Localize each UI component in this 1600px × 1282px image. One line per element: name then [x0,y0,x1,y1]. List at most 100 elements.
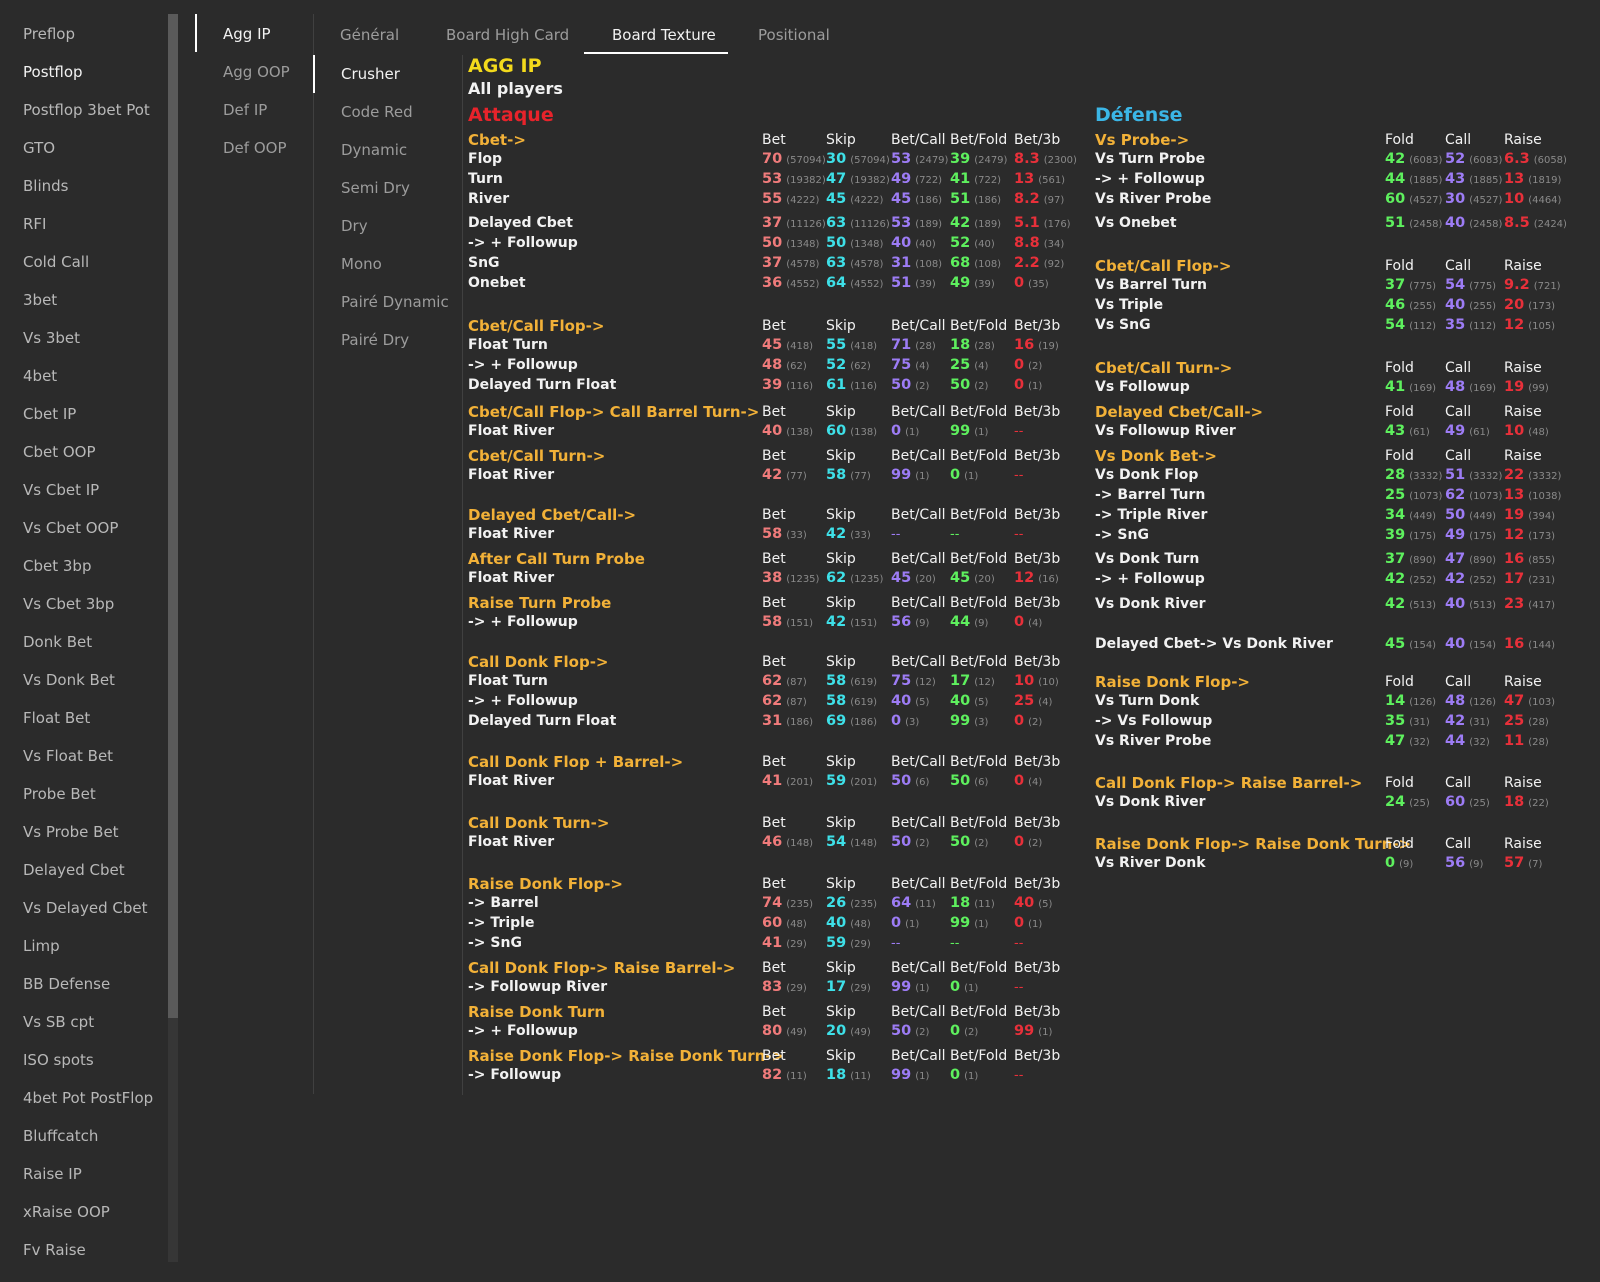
sidebar-item-vs-cbet-oop[interactable]: Vs Cbet OOP [23,519,118,537]
sidebar-item-limp[interactable]: Limp [23,937,60,955]
stat-cell-bet-call: -- [891,935,900,951]
sidebar-item-rfi[interactable]: RFI [23,215,46,233]
sample-size: (189) [974,219,1002,230]
sample-size: (3332) [1409,471,1443,482]
sample-size: (449) [1409,511,1437,522]
row-label: Vs Onebet [1095,215,1177,231]
subnav-item-def-ip[interactable]: Def IP [223,101,267,119]
row-label: Float River [468,834,555,850]
stat-value: 49 [1445,527,1466,543]
sidebar-item-vs-cbet-3bp[interactable]: Vs Cbet 3bp [23,595,114,613]
sidebar-item-probe-bet[interactable]: Probe Bet [23,785,96,803]
texture-item-dry[interactable]: Dry [341,217,368,235]
sidebar-item-vs-delayed-cbet[interactable]: Vs Delayed Cbet [23,899,147,917]
column-header-bet: Bet [762,960,786,976]
stat-cell-call: 60 (25) [1445,794,1490,810]
stat-cell-bet-call: 40 (5) [891,693,929,709]
sidebar-item-postflop[interactable]: Postflop [23,63,83,81]
sample-size: (619) [850,677,878,688]
sidebar-item-vs-3bet[interactable]: Vs 3bet [23,329,80,347]
column-header-bet: Bet [762,815,786,831]
column-header-skip: Skip [826,1004,856,1020]
sidebar-item-preflop[interactable]: Preflop [23,25,75,43]
stat-cell-call: 54 (775) [1445,277,1496,293]
sample-size: (92) [1043,259,1065,270]
stat-cell-bet-call: 50 (2) [891,377,929,393]
stat-value: 25 [950,357,971,373]
stat-cell-bet-fold: 42 (189) [950,215,1001,231]
sidebar-item-fv-raise[interactable]: Fv Raise [23,1241,86,1259]
texture-item-code-red[interactable]: Code Red [341,103,413,121]
stat-value: 45 [826,191,847,207]
stat-cell-fold: 41 (169) [1385,379,1436,395]
sidebar-item-vs-sb-cpt[interactable]: Vs SB cpt [23,1013,94,1031]
sample-size: (116) [850,381,878,392]
stat-value: 59 [826,773,847,789]
row-label: -> + Followup [1095,571,1205,587]
row-label: -> Followup [468,1067,562,1083]
texture-item-crusher[interactable]: Crusher [341,65,400,83]
defense-section-title: Défense [1095,104,1183,126]
stat-value: 34 [1385,507,1406,523]
subnav-item-agg-oop[interactable]: Agg OOP [223,63,290,81]
subnav-selection-indicator [195,14,197,52]
stat-value: 40 [1445,596,1466,612]
subnav-item-agg-ip[interactable]: Agg IP [223,25,271,43]
sample-size: (33) [786,530,807,541]
sidebar-item-donk-bet[interactable]: Donk Bet [23,633,92,651]
column-header-bet-fold: Bet/Fold [950,507,1008,523]
sidebar-item-4bet[interactable]: 4bet [23,367,57,385]
sidebar-item-cbet-3bp[interactable]: Cbet 3bp [23,557,91,575]
sidebar-item-4bet-pot-postflop[interactable]: 4bet Pot PostFlop [23,1089,153,1107]
stat-cell-bet-call: 51 (39) [891,275,936,291]
column-header-bet: Bet [762,507,786,523]
texture-item-pair-dry[interactable]: Pairé Dry [341,331,409,349]
sidebar-item-3bet[interactable]: 3bet [23,291,57,309]
sidebar-item-iso-spots[interactable]: ISO spots [23,1051,94,1069]
sidebar-item-cbet-oop[interactable]: Cbet OOP [23,443,96,461]
stat-value: 13 [1504,171,1525,187]
sidebar-item-cold-call[interactable]: Cold Call [23,253,89,271]
sidebar-item-cbet-ip[interactable]: Cbet IP [23,405,76,423]
stat-value: 57 [1504,855,1525,871]
stat-cell-bet-call: 71 (28) [891,337,936,353]
sidebar-item-raise-ip[interactable]: Raise IP [23,1165,82,1183]
sidebar-item-vs-donk-bet[interactable]: Vs Donk Bet [23,671,115,689]
sidebar-item-blinds[interactable]: Blinds [23,177,68,195]
sidebar-item-delayed-cbet[interactable]: Delayed Cbet [23,861,125,879]
column-header-bet-fold: Bet/Fold [950,318,1008,334]
row-label: -> Vs Followup [1095,713,1213,729]
stat-cell-raise: 23 (417) [1504,596,1555,612]
stat-cell-bet-fold: -- [950,526,959,542]
tab-board-texture[interactable]: Board Texture [612,26,716,44]
sidebar-scrollbar-thumb[interactable] [168,14,178,1018]
sidebar-item-gto[interactable]: GTO [23,139,55,157]
sidebar-item-bluffcatch[interactable]: Bluffcatch [23,1127,98,1145]
stat-cell-bet-call: 99 (1) [891,1067,929,1083]
stat-cell-fold: 42 (513) [1385,596,1436,612]
sidebar-item-xraise-oop[interactable]: xRaise OOP [23,1203,110,1221]
texture-item-semi-dry[interactable]: Semi Dry [341,179,410,197]
column-header-skip: Skip [826,404,856,420]
sidebar-item-vs-cbet-ip[interactable]: Vs Cbet IP [23,481,99,499]
stat-cell-bet-call: 0 (1) [891,423,919,439]
tab-positional[interactable]: Positional [758,26,830,44]
sidebar-item-vs-float-bet[interactable]: Vs Float Bet [23,747,113,765]
texture-item-pair-dynamic[interactable]: Pairé Dynamic [341,293,449,311]
sample-size: (1073) [1409,491,1443,502]
texture-item-dynamic[interactable]: Dynamic [341,141,407,159]
subnav-item-def-oop[interactable]: Def OOP [223,139,287,157]
sidebar-item-bb-defense[interactable]: BB Defense [23,975,110,993]
sidebar-item-postflop-3bet-pot[interactable]: Postflop 3bet Pot [23,101,150,119]
column-header-skip: Skip [826,132,856,148]
sample-size: (418) [850,341,878,352]
tab-board-high-card[interactable]: Board High Card [446,26,569,44]
tab-g-n-ral[interactable]: Général [340,26,399,44]
sidebar-item-float-bet[interactable]: Float Bet [23,709,90,727]
stat-value: 41 [950,171,971,187]
sidebar-item-vs-probe-bet[interactable]: Vs Probe Bet [23,823,119,841]
sample-size: (12) [915,677,936,688]
stat-value: 0 [1385,855,1396,871]
texture-item-mono[interactable]: Mono [341,255,382,273]
column-header-raise: Raise [1504,360,1542,376]
